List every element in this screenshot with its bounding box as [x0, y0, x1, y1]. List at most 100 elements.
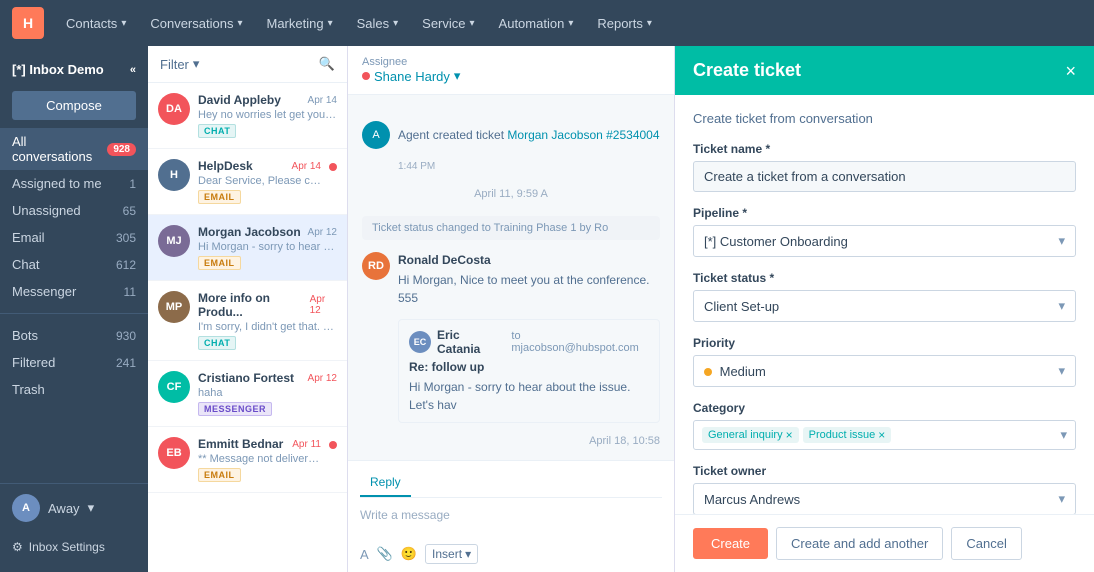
avatar: EC: [409, 331, 431, 353]
conversation-items: DA David Appleby Apr 14 Hey no worries l…: [148, 83, 347, 572]
emoji-icon[interactable]: 🙂: [401, 546, 417, 562]
reply-tabs: Reply: [360, 469, 662, 498]
remove-category-icon[interactable]: ×: [878, 429, 885, 441]
nav-service[interactable]: Service ▾: [412, 10, 484, 37]
reply-input-placeholder[interactable]: Write a message: [360, 504, 662, 540]
category-tag-general: General inquiry ×: [702, 427, 799, 443]
category-tags[interactable]: General inquiry × Product issue × ▾: [693, 420, 1076, 450]
left-sidebar: [*] Inbox Demo « Compose All conversatio…: [0, 46, 148, 572]
avatar: EB: [158, 437, 190, 469]
chevron-down-icon: ▾: [568, 18, 573, 29]
list-item[interactable]: MP More info on Produ... Apr 12 I'm sorr…: [148, 281, 347, 361]
inbox-settings[interactable]: ⚙ Inbox Settings: [0, 532, 148, 562]
avatar: H: [158, 159, 190, 191]
pipeline-select[interactable]: [*] Customer Onboarding ▾: [693, 225, 1076, 257]
ticket-title: Create ticket: [693, 60, 801, 81]
assignee-label: Assignee: [362, 56, 460, 68]
sidebar-item-trash[interactable]: Trash: [0, 376, 148, 403]
unread-dot: [329, 163, 337, 171]
priority-select[interactable]: Medium ▾: [693, 355, 1076, 387]
inbox-name[interactable]: [*] Inbox Demo: [12, 62, 104, 77]
sidebar-item-chat[interactable]: Chat 612: [0, 251, 148, 278]
sidebar-item-assigned[interactable]: Assigned to me 1: [0, 170, 148, 197]
ticket-owner-select[interactable]: Marcus Andrews ▾: [693, 483, 1076, 514]
create-and-another-button[interactable]: Create and add another: [776, 527, 943, 560]
nav-reports[interactable]: Reports ▾: [587, 10, 662, 37]
conversation-list: Filter ▾ 🔍 DA David Appleby Apr 14 Hey n…: [148, 46, 348, 572]
cancel-button[interactable]: Cancel: [951, 527, 1021, 560]
category-group: Category General inquiry × Product issue…: [693, 401, 1076, 450]
pipeline-label: Pipeline *: [693, 206, 1076, 220]
chevron-down-icon: ▾: [465, 547, 471, 561]
compose-button[interactable]: Compose: [12, 91, 136, 120]
tab-reply[interactable]: Reply: [360, 469, 411, 497]
tag-email: EMAIL: [198, 190, 241, 204]
ticket-status-label: Ticket status *: [693, 271, 1076, 285]
nav-marketing[interactable]: Marketing ▾: [256, 10, 342, 37]
inbox-header: [*] Inbox Demo «: [0, 56, 148, 83]
chevron-down-icon[interactable]: ▾: [1060, 427, 1067, 443]
sidebar-item-all-conversations[interactable]: All conversations 928: [0, 128, 148, 170]
ticket-status-select[interactable]: Client Set-up ▾: [693, 290, 1076, 322]
avatar: DA: [158, 93, 190, 125]
insert-button[interactable]: Insert ▾: [425, 544, 478, 564]
message-timestamp: April 11, 9:59 A: [362, 188, 660, 200]
ticket-name-input[interactable]: [693, 161, 1076, 192]
avatar: RD: [362, 252, 390, 280]
ticket-subtitle: Create ticket from conversation: [693, 111, 1076, 126]
agent-icon: A: [362, 121, 390, 149]
tag-email: EMAIL: [198, 256, 241, 270]
category-label: Category: [693, 401, 1076, 415]
create-ticket-panel: Create ticket × Create ticket from conve…: [674, 46, 1094, 572]
chevron-down-icon: ▾: [1058, 233, 1065, 249]
close-icon[interactable]: ×: [1065, 62, 1076, 80]
list-item[interactable]: CF Cristiano Fortest Apr 12 haha MESSENG…: [148, 361, 347, 427]
gear-icon: ⚙: [12, 540, 23, 554]
collapse-icon[interactable]: «: [130, 64, 136, 76]
assignee-name[interactable]: Shane Hardy ▾: [362, 68, 460, 84]
badge-all-conversations: 928: [107, 143, 136, 156]
attachment-icon[interactable]: 📎: [377, 546, 393, 562]
sidebar-item-messenger[interactable]: Messenger 11: [0, 278, 148, 305]
hubspot-logo[interactable]: H: [12, 7, 44, 39]
chevron-down-icon: ▾: [328, 18, 333, 29]
sidebar-divider: [0, 313, 148, 314]
chevron-down-icon: ▾: [470, 18, 475, 29]
list-item[interactable]: MJ Morgan Jacobson Apr 12 Hi Morgan - so…: [148, 215, 347, 281]
chevron-down-icon: ▾: [393, 18, 398, 29]
ticket-owner-group: Ticket owner Marcus Andrews ▾: [693, 464, 1076, 514]
sidebar-item-unassigned[interactable]: Unassigned 65: [0, 197, 148, 224]
email-thread: EC Eric Catania to mjacobson@hubspot.com…: [398, 319, 660, 423]
bold-icon[interactable]: A: [360, 547, 369, 562]
chevron-down-icon: ▾: [1058, 363, 1065, 379]
message-item: RD Ronald DeCosta Hi Morgan, Nice to mee…: [362, 252, 660, 307]
list-item[interactable]: DA David Appleby Apr 14 Hey no worries l…: [148, 83, 347, 149]
nav-sales[interactable]: Sales ▾: [347, 10, 409, 37]
tag-chat: CHAT: [198, 124, 236, 138]
middle-panel: Assignee Shane Hardy ▾ A Agent created t…: [348, 46, 674, 572]
chevron-down-icon: ▾: [193, 56, 200, 72]
priority-dot: [704, 368, 712, 376]
chat-messages: A Agent created ticket Morgan Jacobson #…: [348, 95, 674, 460]
filter-button[interactable]: Filter ▾: [160, 56, 199, 72]
remove-category-icon[interactable]: ×: [786, 429, 793, 441]
user-status[interactable]: A Away ▾: [12, 494, 136, 522]
avatar: MJ: [158, 225, 190, 257]
list-item[interactable]: EB Emmitt Bednar Apr 11 ** Message not d…: [148, 427, 347, 493]
sidebar-item-filtered[interactable]: Filtered 241: [0, 349, 148, 376]
nav-conversations[interactable]: Conversations ▾: [140, 10, 252, 37]
create-button[interactable]: Create: [693, 528, 768, 559]
status-dot: [362, 72, 370, 80]
nav-contacts[interactable]: Contacts ▾: [56, 10, 136, 37]
list-item[interactable]: H HelpDesk Apr 14 Dear Service, Please c…: [148, 149, 347, 215]
category-tag-product: Product issue ×: [803, 427, 892, 443]
avatar: MP: [158, 291, 190, 323]
ticket-owner-label: Ticket owner: [693, 464, 1076, 478]
nav-automation[interactable]: Automation ▾: [489, 10, 584, 37]
conv-list-header: Filter ▾ 🔍: [148, 46, 347, 83]
priority-label: Priority: [693, 336, 1076, 350]
search-icon[interactable]: 🔍: [319, 56, 335, 72]
tag-email: EMAIL: [198, 468, 241, 482]
sidebar-item-bots[interactable]: Bots 930: [0, 322, 148, 349]
sidebar-item-email[interactable]: Email 305: [0, 224, 148, 251]
